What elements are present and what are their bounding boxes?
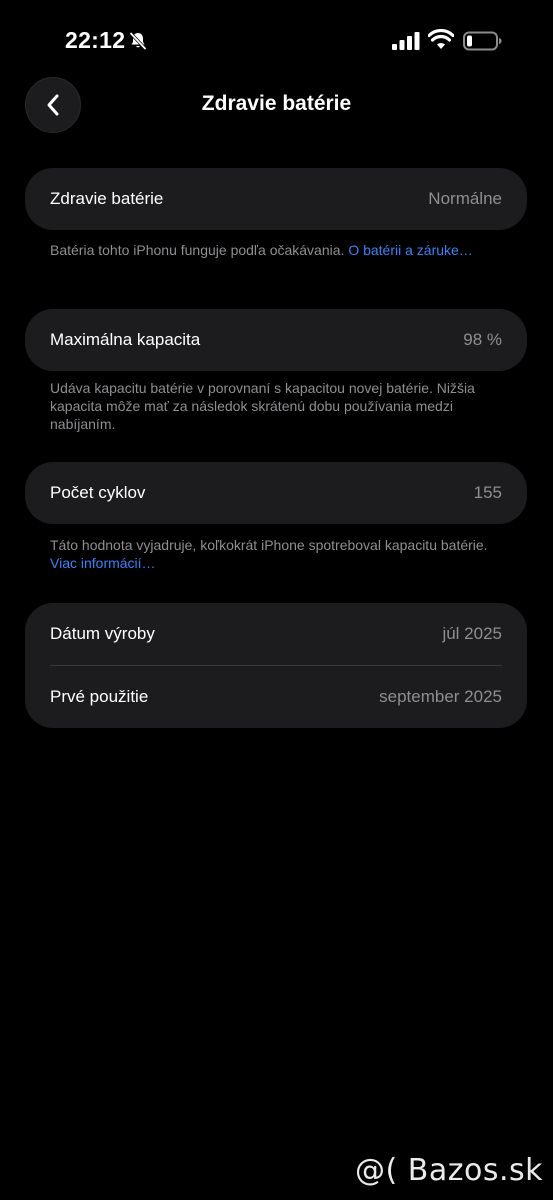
- battery-health-footnote-text: Batéria tohto iPhonu funguje podľa očaká…: [50, 242, 345, 258]
- cycle-count-value: 155: [473, 483, 502, 502]
- manufacture-date-row: Dátum výroby júl 2025: [25, 603, 527, 665]
- battery-dates-card: Dátum výroby júl 2025 Prvé použitie sept…: [25, 603, 527, 728]
- battery-health-screen: 22:12 Zdravie batérie Zdravie batérie No…: [0, 0, 553, 1200]
- first-use-value: september 2025: [379, 687, 502, 706]
- max-capacity-row: Maximálna kapacita 98 %: [25, 309, 527, 371]
- cycle-count-row: Počet cyklov 155: [25, 462, 527, 524]
- manufacture-date-value: júl 2025: [442, 624, 502, 643]
- cycle-count-footnote: Táto hodnota vyjadruje, koľkokrát iPhone…: [50, 536, 500, 572]
- more-info-link[interactable]: Viac informácií…: [50, 555, 156, 571]
- status-bar: 22:12: [0, 0, 553, 80]
- first-use-label: Prvé použitie: [50, 687, 149, 706]
- battery-health-footnote: Batéria tohto iPhonu funguje podľa očaká…: [50, 241, 500, 259]
- battery-low-icon: [463, 31, 502, 51]
- battery-health-value: Normálne: [428, 189, 502, 208]
- cellular-signal-icon: [392, 32, 420, 50]
- wifi-icon: [428, 29, 454, 49]
- page-title: Zdravie batérie: [201, 92, 352, 115]
- cycle-count-card: Počet cyklov 155: [25, 462, 527, 524]
- status-time: 22:12: [65, 27, 126, 53]
- battery-health-row[interactable]: Zdravie batérie Normálne: [25, 168, 527, 230]
- manufacture-date-label: Dátum výroby: [50, 624, 155, 643]
- cycle-count-footnote-text: Táto hodnota vyjadruje, koľkokrát iPhone…: [50, 537, 488, 553]
- max-capacity-label: Maximálna kapacita: [50, 330, 201, 349]
- battery-health-label: Zdravie batérie: [50, 189, 164, 208]
- max-capacity-card: Maximálna kapacita 98 %: [25, 309, 527, 371]
- silent-mode-bell-icon: [129, 31, 147, 51]
- first-use-row: Prvé použitie september 2025: [25, 666, 527, 728]
- max-capacity-footnote: Udáva kapacitu batérie v porovnaní s kap…: [50, 380, 475, 432]
- max-capacity-value: 98 %: [463, 330, 502, 349]
- cycle-count-label: Počet cyklov: [50, 483, 146, 502]
- bazos-watermark: @( Bazos.sk: [355, 1153, 543, 1188]
- battery-health-card[interactable]: Zdravie batérie Normálne: [25, 168, 527, 230]
- battery-warranty-link[interactable]: O batérii a záruke…: [348, 242, 473, 258]
